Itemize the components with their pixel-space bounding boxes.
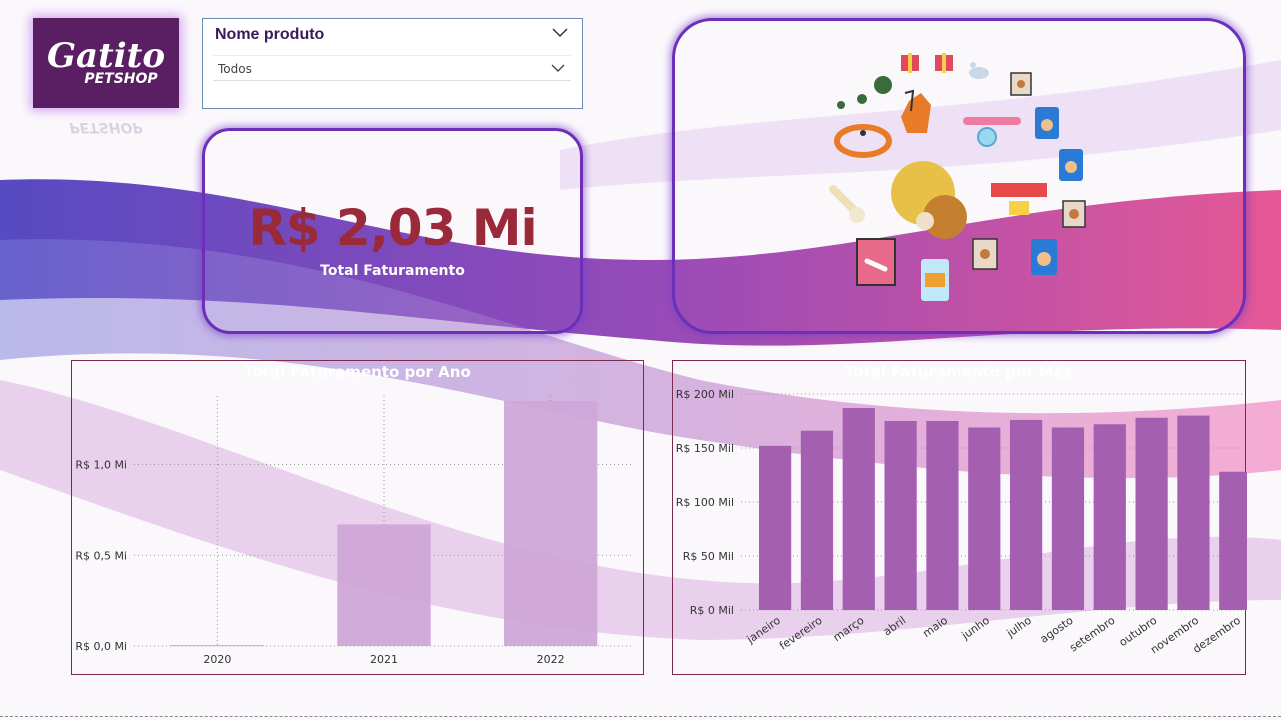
frog-toy-icon — [837, 76, 892, 109]
bar — [1010, 419, 1043, 610]
total-revenue-card: R$ 2,03 Mi Total Faturamento — [202, 128, 583, 334]
chart-title: Total Faturamento por Ano — [244, 363, 471, 381]
cat-food-bag-icon — [1035, 107, 1059, 139]
x-tick-label: dezembro — [1190, 614, 1243, 656]
gift-icon — [901, 53, 919, 73]
cat-food-can-icon — [921, 259, 949, 301]
chart-title: Total Faturamento por Mês — [845, 363, 1073, 381]
gatito-petshop-logo: Gatito PETSHOP — [33, 18, 179, 108]
cat-food-box-icon — [1062, 200, 1086, 228]
cat-food-box-icon — [1010, 72, 1032, 96]
y-tick-label: R$ 1,0 Mi — [75, 459, 127, 472]
kpi-label: Total Faturamento — [320, 263, 465, 279]
cat-food-bag-icon — [1031, 239, 1057, 275]
product-dropdown[interactable]: Todos — [213, 55, 571, 81]
kpi-value: R$ 2,03 Mi — [248, 199, 537, 257]
chevron-down-icon — [551, 64, 565, 72]
y-tick-label: R$ 0,5 Mi — [75, 549, 127, 562]
gift-icon — [935, 53, 953, 73]
bar — [504, 401, 598, 646]
bar — [968, 427, 1001, 610]
cat-food-bag-icon — [1059, 149, 1083, 181]
x-tick-label: setembro — [1067, 614, 1118, 655]
cat-food-box-icon — [972, 238, 998, 270]
page-bottom-border — [0, 716, 1281, 717]
treat-bag-icon — [856, 238, 896, 286]
x-tick-label: 2020 — [203, 653, 231, 666]
y-tick-label: R$ 50 Mil — [683, 550, 734, 563]
pet-products-image-panel — [672, 18, 1246, 334]
bar — [759, 445, 792, 610]
mouse-toy-icon — [969, 62, 989, 79]
slicer-title: Nome produto — [215, 26, 325, 43]
bone-icon — [829, 185, 865, 223]
revenue-by-month-chart: R$ 0 Mil R$ 50 Mil R$ 100 Mil R$ 150 Mil R$ … — [672, 360, 1247, 675]
month-chart-canvas: R$ 0 Mil R$ 50 Mil R$ 100 Mil R$ 150 Mil R$ … — [676, 388, 1247, 656]
bar — [884, 421, 917, 610]
bar — [1135, 417, 1168, 610]
bar — [1051, 427, 1085, 610]
year-chart-canvas: R$ 0,0 Mi R$ 0,5 Mi R$ 1,0 Mi 2020 2021 2022 — [75, 396, 634, 666]
x-tick-label: maio — [920, 614, 950, 640]
dog-icon — [901, 89, 931, 133]
revenue-by-year-chart: R$ 0,0 Mi R$ 0,5 Mi R$ 1,0 Mi 2020 2021 2022 … — [71, 360, 644, 675]
collar-icon — [963, 117, 1021, 147]
y-tick-label: R$ 0,0 Mi — [75, 640, 127, 653]
collar-icon — [834, 124, 892, 158]
logo-brand-text: Gatito — [46, 36, 166, 76]
pet-products-illustration — [829, 53, 1086, 301]
bar — [842, 408, 875, 610]
bow-collar-icon — [991, 183, 1047, 215]
x-tick-label: março — [831, 614, 867, 645]
dropdown-selected-value: Todos — [218, 62, 252, 76]
x-tick-label: abril — [881, 614, 908, 639]
y-tick-label: R$ 150 Mil — [676, 442, 734, 455]
logo-reflection: PETSHOP — [69, 119, 143, 135]
bar — [170, 645, 264, 647]
yarn-ball-icon — [891, 161, 967, 239]
x-tick-label: julho — [1004, 614, 1034, 641]
bar — [1093, 424, 1126, 610]
bar — [1177, 415, 1210, 610]
y-tick-label: R$ 100 Mil — [676, 496, 734, 509]
product-name-slicer: Nome produto Todos — [202, 18, 583, 109]
x-tick-label: 2021 — [370, 653, 398, 666]
bar — [337, 524, 431, 646]
x-tick-label: junho — [959, 614, 993, 643]
x-tick-label: fevereiro — [777, 614, 825, 653]
chevron-down-icon[interactable] — [552, 27, 568, 39]
y-tick-label: R$ 200 Mil — [676, 388, 734, 401]
logo-sub-text: PETSHOP — [84, 71, 158, 87]
x-tick-label: 2022 — [537, 653, 565, 666]
bar — [1219, 471, 1247, 610]
bar — [926, 421, 959, 610]
y-tick-label: R$ 0 Mil — [690, 604, 734, 617]
bar — [800, 430, 834, 610]
